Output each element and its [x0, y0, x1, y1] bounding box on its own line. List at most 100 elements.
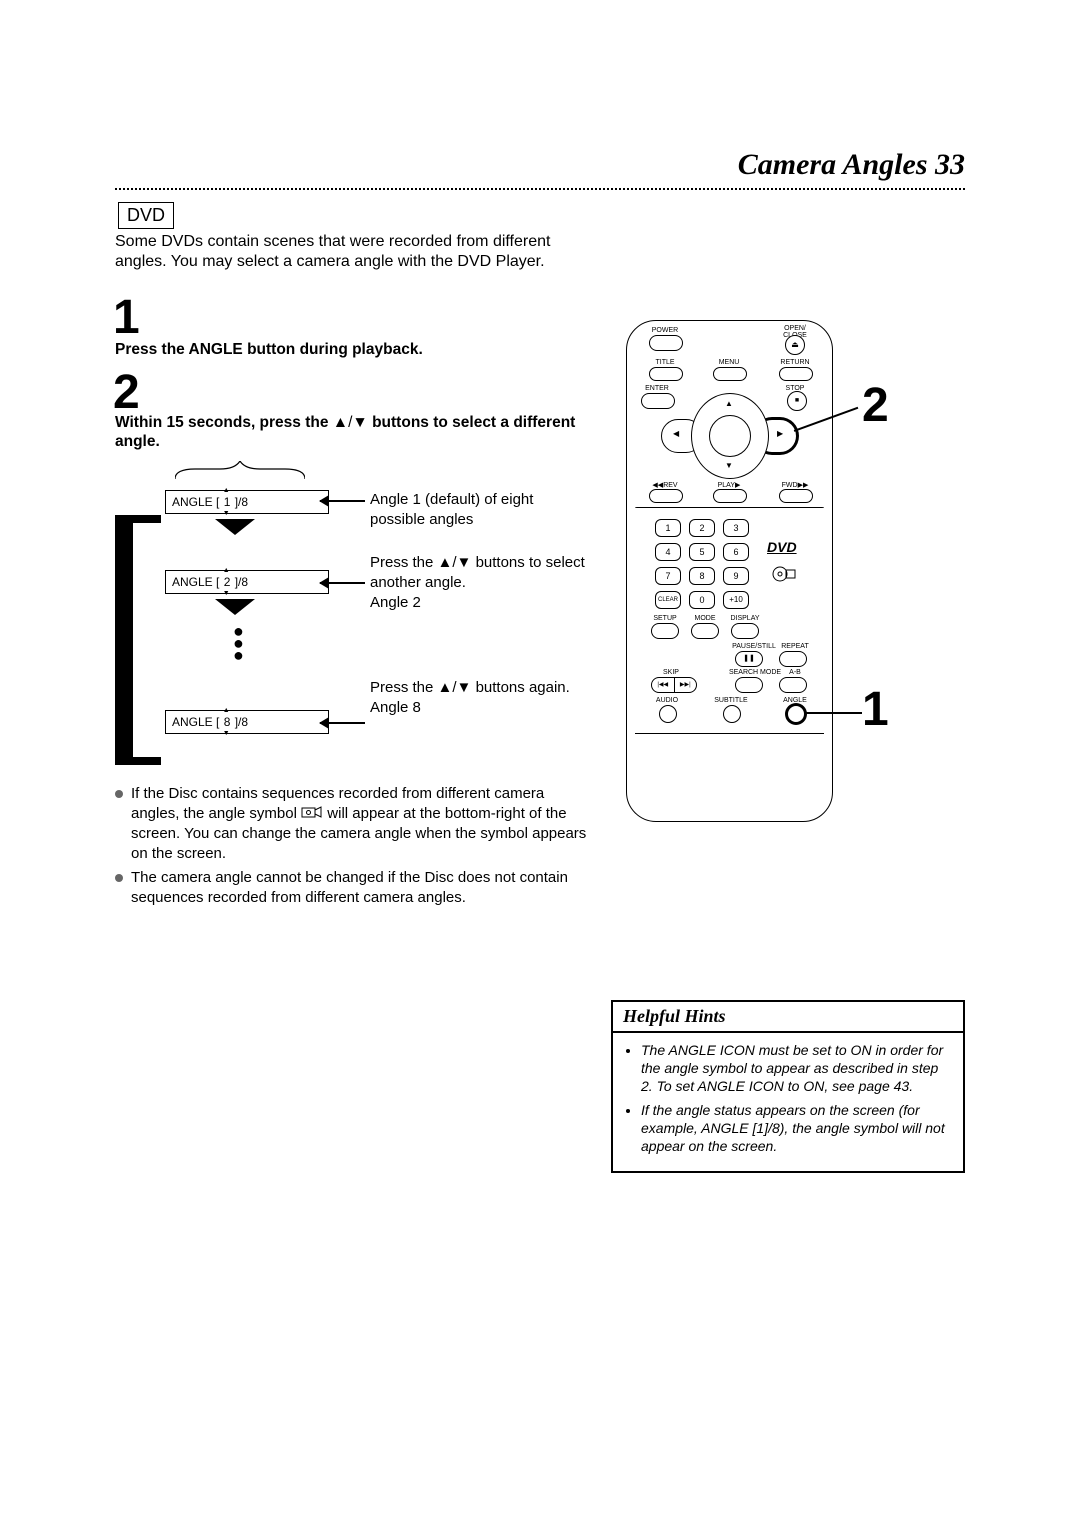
title-label: TITLE: [645, 359, 685, 366]
play-label: PLAY▶: [709, 481, 749, 489]
down-arrow-icon: [215, 599, 255, 615]
angle-label: ANGLE: [775, 697, 815, 704]
bullet-icon: [115, 790, 123, 798]
leader-arrow-icon: [320, 722, 365, 724]
angle-button[interactable]: [787, 705, 805, 723]
angle-diagram: ANGLE [ 1 ]/8 ANGLE [ 2 ]/8 ●●● ANGLE [ …: [115, 455, 590, 765]
bullet-icon: [115, 874, 123, 882]
angle-symbol-icon: [301, 805, 323, 819]
key-plus10[interactable]: +10: [723, 591, 749, 609]
cd-logo-icon: [771, 565, 797, 583]
audio-button[interactable]: [659, 705, 677, 723]
power-button[interactable]: [649, 335, 683, 351]
leader-arrow-icon: [320, 582, 365, 584]
note-2: The camera angle cannot be changed if th…: [115, 868, 590, 908]
desc3a: Press the: [370, 679, 438, 696]
callout-2: 2: [862, 378, 889, 433]
title-button[interactable]: [649, 367, 683, 381]
page-title: Camera Angles 33: [738, 148, 965, 182]
power-label: POWER: [645, 327, 685, 334]
menu-button[interactable]: [713, 367, 747, 381]
separator: [635, 507, 824, 508]
page-title-text: Camera Angles: [738, 148, 928, 181]
key-4[interactable]: 4: [655, 543, 681, 561]
key-9[interactable]: 9: [723, 567, 749, 585]
remote-diagram: POWER OPEN/ CLOSE ⏏ TITLE MENU RETURN EN…: [626, 320, 851, 840]
helpful-hints-box: Helpful Hints The ANGLE ICON must be set…: [611, 1000, 965, 1173]
nav-center[interactable]: [709, 415, 751, 457]
desc3b: buttons again.: [471, 679, 569, 696]
display-button[interactable]: [731, 623, 759, 639]
key-6[interactable]: 6: [723, 543, 749, 561]
nav-right-icon: ▶: [777, 429, 783, 438]
step-2-text: Within 15 seconds, press the ▲/▼ buttons…: [115, 413, 585, 451]
ellipsis-icon: ●●●: [233, 625, 244, 661]
ab-button[interactable]: [779, 677, 807, 693]
divider-dots: [115, 188, 965, 190]
subtitle-button[interactable]: [723, 705, 741, 723]
menu-label: MENU: [709, 359, 749, 366]
key-5[interactable]: 5: [689, 543, 715, 561]
desc2c: Angle 2: [370, 594, 421, 611]
return-button[interactable]: [779, 367, 813, 381]
pause-label: PAUSE/STILL: [729, 643, 779, 650]
setup-label: SETUP: [645, 615, 685, 622]
hints-body: The ANGLE ICON must be set to ON in orde…: [613, 1033, 963, 1171]
play-button[interactable]: [713, 489, 747, 503]
fwd-button[interactable]: [779, 489, 813, 503]
desc3c: Angle 8: [370, 699, 421, 716]
key-clear[interactable]: CLEAR: [655, 591, 681, 609]
skip-buttons[interactable]: |◀◀ ▶▶|: [651, 677, 697, 693]
key-8[interactable]: 8: [689, 567, 715, 585]
osd-angle-2: ANGLE [ 2 ]/8: [165, 570, 329, 594]
step-1-number: 1: [113, 290, 140, 345]
desc-angle-8: Press the ▲/▼ buttons again. Angle 8: [370, 678, 590, 718]
search-button[interactable]: [735, 677, 763, 693]
step-1-text: Press the ANGLE button during playback.: [115, 340, 585, 359]
nav-up-icon: ▲: [725, 399, 733, 408]
open-close-button[interactable]: ⏏: [785, 335, 805, 355]
key-0[interactable]: 0: [689, 591, 715, 609]
subtitle-label: SUBTITLE: [711, 697, 751, 704]
desc-angle-2: Press the ▲/▼ buttons to select another …: [370, 553, 590, 613]
leader-arrow-icon: [320, 500, 365, 502]
key-3[interactable]: 3: [723, 519, 749, 537]
rev-label: ◀◀REV: [645, 481, 685, 489]
mode-label: MODE: [685, 615, 725, 622]
step-2-number: 2: [113, 365, 140, 420]
osd-angle-1: ANGLE [ 1 ]/8: [165, 490, 329, 514]
dvd-logo-icon: DVD: [767, 539, 797, 555]
flow-bar-arm-bottom: [133, 757, 161, 765]
up-down-icon: ▲/▼: [438, 554, 472, 571]
intro-text: Some DVDs contain scenes that were recor…: [115, 232, 595, 272]
hint-1: The ANGLE ICON must be set to ON in orde…: [641, 1041, 951, 1095]
repeat-button[interactable]: [779, 651, 807, 667]
separator: [635, 733, 824, 734]
hints-title: Helpful Hints: [613, 1002, 963, 1033]
flow-bar-arm-top: [133, 515, 161, 523]
notes-list: If the Disc contains sequences recorded …: [115, 784, 590, 912]
up-down-icon: ▲/▼: [438, 679, 472, 696]
rev-button[interactable]: [649, 489, 683, 503]
down-arrow-icon: [215, 519, 255, 535]
pause-button[interactable]: ❚❚: [735, 651, 763, 667]
enter-label: ENTER: [637, 385, 677, 392]
up-down-icon: ▲/▼: [333, 414, 368, 431]
hint-2: If the angle status appears on the scree…: [641, 1101, 951, 1155]
flow-bar: [115, 515, 133, 765]
nav-left-icon: ◀: [673, 429, 679, 438]
key-2[interactable]: 2: [689, 519, 715, 537]
mode-button[interactable]: [691, 623, 719, 639]
callout-line-1: [804, 712, 862, 714]
audio-label: AUDIO: [647, 697, 687, 704]
skip-label: SKIP: [651, 669, 691, 676]
display-label: DISPLAY: [725, 615, 765, 622]
setup-button[interactable]: [651, 623, 679, 639]
nav-pad: ▲ ▼ ◀ ▶: [663, 399, 795, 471]
key-7[interactable]: 7: [655, 567, 681, 585]
return-label: RETURN: [775, 359, 815, 366]
key-1[interactable]: 1: [655, 519, 681, 537]
remote-body: POWER OPEN/ CLOSE ⏏ TITLE MENU RETURN EN…: [626, 320, 833, 822]
note2: The camera angle cannot be changed if th…: [131, 868, 590, 908]
nav-down-icon: ▼: [725, 461, 733, 470]
